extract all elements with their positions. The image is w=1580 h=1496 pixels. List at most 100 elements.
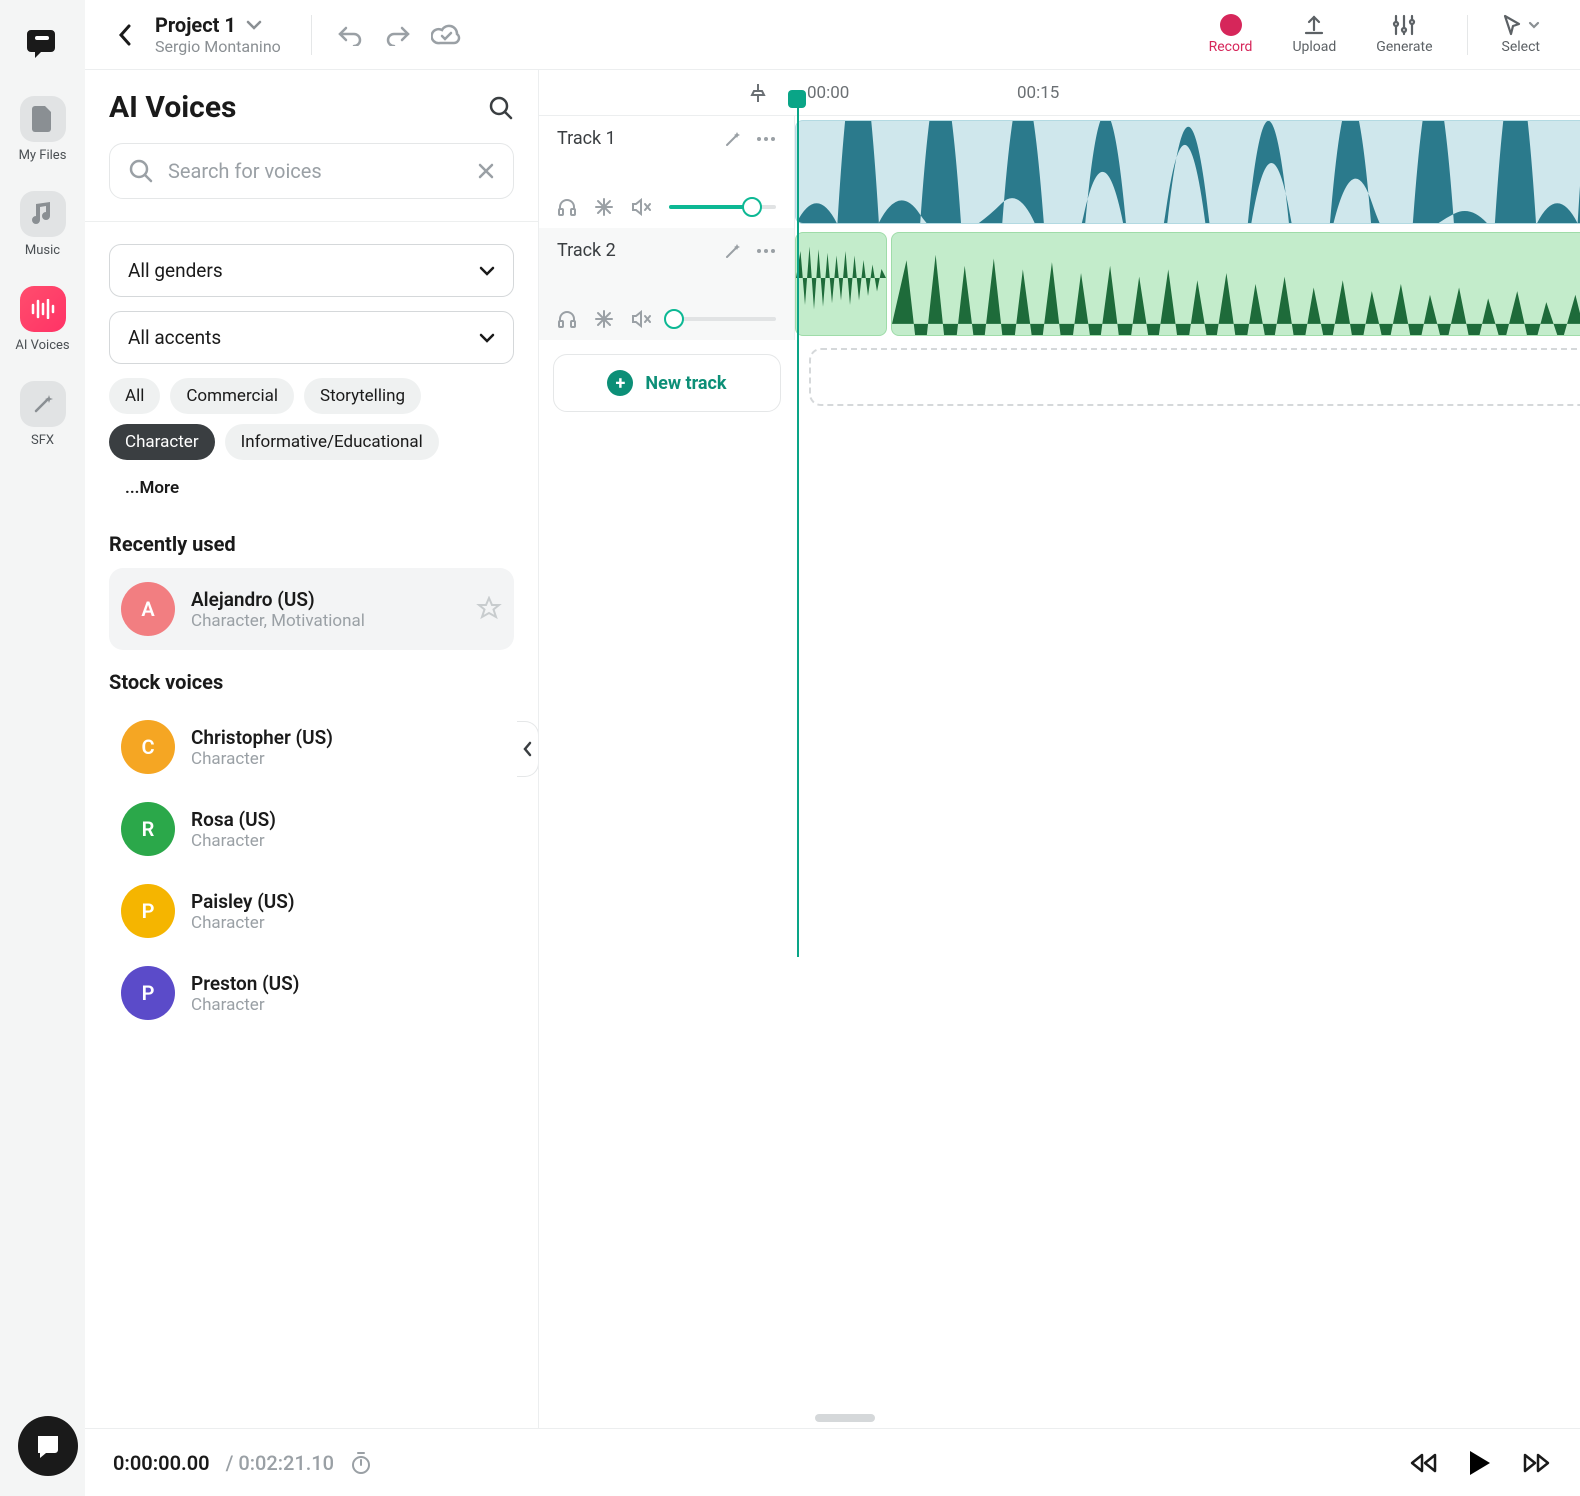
- rail-music[interactable]: Music: [20, 191, 66, 258]
- wand-icon: [20, 381, 66, 427]
- track-lane[interactable]: [795, 116, 1580, 228]
- search-input-wrap[interactable]: [109, 143, 514, 199]
- audio-clip[interactable]: [891, 232, 1580, 336]
- rail-label: Music: [25, 243, 60, 258]
- generate-label: Generate: [1376, 39, 1432, 55]
- voice-tags: Character, Motivational: [191, 611, 460, 631]
- voice-card[interactable]: C Christopher (US)Character: [109, 706, 514, 788]
- voices-panel: AI Voices All genders All accents: [85, 70, 539, 1428]
- voice-name: Paisley (US): [191, 890, 502, 913]
- project-picker[interactable]: Project 1 Sergio Montanino: [155, 13, 281, 56]
- headphones-icon[interactable]: [557, 198, 577, 216]
- track-name: Track 2: [557, 240, 710, 261]
- avatar: A: [121, 582, 175, 636]
- upload-label: Upload: [1292, 39, 1336, 55]
- enhance-icon[interactable]: [724, 130, 742, 148]
- rail-my-files[interactable]: My Files: [19, 96, 67, 163]
- timeline: 00:00 00:15 Track 1: [539, 70, 1580, 1428]
- new-track-button[interactable]: + New track: [553, 354, 781, 412]
- side-rail: My Files Music AI Voices SFX: [0, 0, 85, 1496]
- record-dot-icon: [1220, 14, 1242, 36]
- generate-button[interactable]: Generate: [1360, 14, 1448, 55]
- empty-clip-slot[interactable]: [809, 348, 1580, 406]
- redo-button[interactable]: [378, 15, 418, 55]
- voice-card[interactable]: R Rosa (US)Character: [109, 788, 514, 870]
- gender-filter[interactable]: All genders: [109, 244, 514, 297]
- voice-card[interactable]: P Preston (US)Character: [109, 952, 514, 1034]
- mute-icon[interactable]: [631, 310, 651, 328]
- tracks-area: Track 1: [539, 116, 1580, 1408]
- freeze-icon[interactable]: [595, 198, 613, 216]
- track-lane[interactable]: [795, 228, 1580, 340]
- audio-clip[interactable]: [795, 232, 887, 336]
- search-icon: [128, 158, 154, 184]
- favorite-icon[interactable]: [476, 596, 502, 622]
- pin-icon[interactable]: [749, 82, 767, 104]
- track-header: Track 1: [539, 116, 795, 228]
- rail-sfx[interactable]: SFX: [20, 381, 66, 448]
- track-row: Track 2: [539, 228, 1580, 340]
- headphones-icon[interactable]: [557, 310, 577, 328]
- panel-title: AI Voices: [109, 90, 236, 125]
- enhance-icon[interactable]: [724, 242, 742, 260]
- voice-card[interactable]: A Alejandro (US) Character, Motivational: [109, 568, 514, 650]
- track-header: Track 2: [539, 228, 795, 340]
- track-name: Track 1: [557, 128, 710, 149]
- volume-slider[interactable]: [669, 317, 776, 321]
- avatar: P: [121, 884, 175, 938]
- track-row: Track 1: [539, 116, 1580, 228]
- back-button[interactable]: [109, 19, 141, 51]
- chip-storytelling[interactable]: Storytelling: [304, 378, 421, 414]
- horizontal-scrollbar[interactable]: [539, 1408, 1580, 1428]
- ruler-time-0: 00:00: [807, 83, 849, 103]
- chip-all[interactable]: All: [109, 378, 160, 414]
- search-icon[interactable]: [488, 95, 514, 121]
- select-label: Select: [1502, 39, 1540, 55]
- chip-character[interactable]: Character: [109, 424, 215, 460]
- chip-more[interactable]: ...More: [109, 470, 195, 506]
- voice-icon: [20, 286, 66, 332]
- accent-filter[interactable]: All accents: [109, 311, 514, 364]
- chat-fab[interactable]: [18, 1416, 78, 1476]
- undo-button[interactable]: [330, 15, 370, 55]
- rail-ai-voices[interactable]: AI Voices: [15, 286, 69, 353]
- chevron-down-icon: [479, 333, 495, 343]
- generate-icon: [1392, 14, 1416, 36]
- rail-label: AI Voices: [15, 338, 69, 353]
- voice-tags: Character: [191, 749, 502, 769]
- freeze-icon[interactable]: [595, 310, 613, 328]
- chevron-down-icon: [1528, 21, 1540, 29]
- cloud-sync-button[interactable]: [426, 15, 466, 55]
- forward-button[interactable]: [1522, 1452, 1552, 1474]
- rewind-button[interactable]: [1408, 1452, 1438, 1474]
- chevron-down-icon: [479, 266, 495, 276]
- cursor-icon: [1502, 14, 1540, 36]
- audio-clip[interactable]: [795, 120, 1580, 224]
- upload-button[interactable]: Upload: [1276, 14, 1352, 55]
- more-icon[interactable]: [756, 136, 776, 142]
- record-button[interactable]: Record: [1193, 14, 1269, 55]
- more-icon[interactable]: [756, 248, 776, 254]
- volume-slider[interactable]: [669, 205, 776, 209]
- project-name: Project 1: [155, 13, 236, 37]
- stock-voices-heading: Stock voices: [109, 670, 514, 694]
- collapse-panel-button[interactable]: [517, 721, 539, 777]
- voice-card[interactable]: P Paisley (US)Character: [109, 870, 514, 952]
- chip-commercial[interactable]: Commercial: [170, 378, 294, 414]
- separator: [311, 15, 312, 55]
- avatar: P: [121, 966, 175, 1020]
- avatar: R: [121, 802, 175, 856]
- transport-bar: 0:00:00.00 / 0:02:21.10: [85, 1428, 1580, 1496]
- chip-informative[interactable]: Informative/Educational: [225, 424, 439, 460]
- voice-name: Alejandro (US): [191, 588, 460, 611]
- new-track-label: New track: [645, 373, 726, 394]
- clear-icon[interactable]: [477, 162, 495, 180]
- mute-icon[interactable]: [631, 198, 651, 216]
- play-button[interactable]: [1468, 1449, 1492, 1477]
- search-input[interactable]: [168, 159, 463, 183]
- stopwatch-icon[interactable]: [350, 1451, 372, 1475]
- plus-icon: +: [607, 370, 633, 396]
- time-ruler[interactable]: 00:00 00:15: [539, 70, 1580, 116]
- voice-tags: Character: [191, 995, 502, 1015]
- select-button[interactable]: Select: [1486, 14, 1556, 55]
